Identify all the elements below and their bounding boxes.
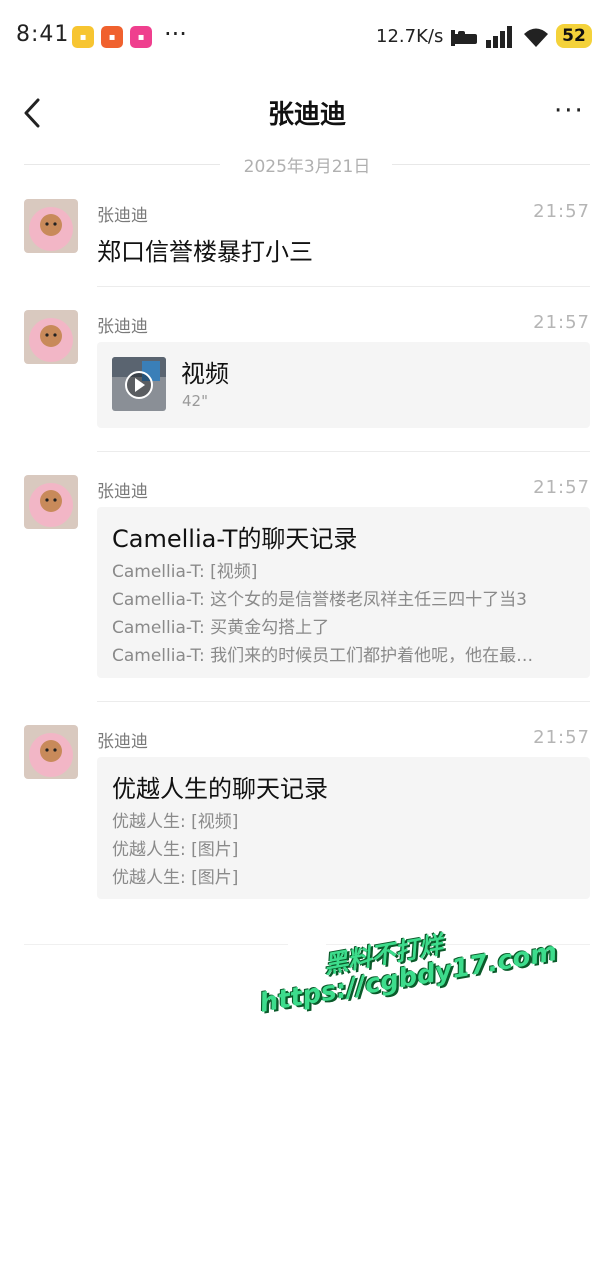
status-time: 8:41 bbox=[16, 22, 70, 47]
video-thumbnail bbox=[112, 357, 166, 411]
chat-record-card[interactable]: Camellia-T的聊天记录 Camellia-T: [视频] Camelli… bbox=[97, 507, 590, 678]
chat-record-line: Camellia-T: 我们来的时候员工们都护着他呢，他在最… bbox=[112, 646, 534, 666]
video-label: 视频 bbox=[181, 360, 229, 388]
app-icon-pink: ▪ bbox=[130, 26, 152, 48]
footer-divider bbox=[24, 944, 288, 945]
chat-record-line: 优越人生: [图片] bbox=[112, 868, 239, 888]
app-icon-orange: ▪ bbox=[101, 26, 123, 48]
app-icon-yellow: ▪ bbox=[72, 26, 94, 48]
page-title: 张迪迪 bbox=[267, 100, 346, 130]
video-duration: 42" bbox=[182, 392, 208, 410]
bed-icon bbox=[451, 30, 477, 46]
watermark: 黑料不打烊 https://cgbdy17.com bbox=[250, 898, 559, 1047]
avatar[interactable] bbox=[24, 199, 78, 253]
sender-name: 张迪迪 bbox=[97, 206, 148, 226]
chat-record-line: Camellia-T: 这个女的是信誉楼老凤祥主任三四十了当3 bbox=[112, 590, 527, 610]
message-text[interactable]: 郑口信誉楼暴打小三 bbox=[97, 232, 313, 267]
message-time: 21:57 bbox=[533, 201, 590, 222]
message-time: 21:57 bbox=[533, 312, 590, 333]
wifi-icon bbox=[524, 28, 548, 47]
divider-right bbox=[392, 164, 590, 165]
signal-icon bbox=[486, 26, 512, 48]
avatar[interactable] bbox=[24, 475, 78, 529]
chat-record-line: 优越人生: [图片] bbox=[112, 840, 239, 860]
network-speed: 12.7K/s bbox=[376, 26, 444, 47]
sender-name: 张迪迪 bbox=[97, 732, 148, 752]
message-time: 21:57 bbox=[533, 727, 590, 748]
message-separator bbox=[97, 451, 590, 452]
more-options-icon[interactable]: ··· bbox=[554, 96, 585, 126]
chat-record-card[interactable]: 优越人生的聊天记录 优越人生: [视频] 优越人生: [图片] 优越人生: [图… bbox=[97, 757, 590, 899]
video-card[interactable]: 视频 42" bbox=[97, 342, 590, 428]
avatar[interactable] bbox=[24, 725, 78, 779]
message-separator bbox=[97, 286, 590, 287]
chat-record-line: Camellia-T: [视频] bbox=[112, 562, 258, 582]
chat-record-line: Camellia-T: 买黄金勾搭上了 bbox=[112, 618, 330, 638]
sender-name: 张迪迪 bbox=[97, 317, 148, 337]
chat-record-title: 优越人生的聊天记录 bbox=[112, 775, 328, 803]
battery-indicator: 52 bbox=[556, 24, 592, 48]
avatar[interactable] bbox=[24, 310, 78, 364]
message-separator bbox=[97, 701, 590, 702]
status-more-icon: ··· bbox=[164, 20, 187, 48]
message-time: 21:57 bbox=[533, 477, 590, 498]
chat-record-line: 优越人生: [视频] bbox=[112, 812, 239, 832]
sender-name: 张迪迪 bbox=[97, 482, 148, 502]
chat-record-title: Camellia-T的聊天记录 bbox=[112, 525, 358, 553]
